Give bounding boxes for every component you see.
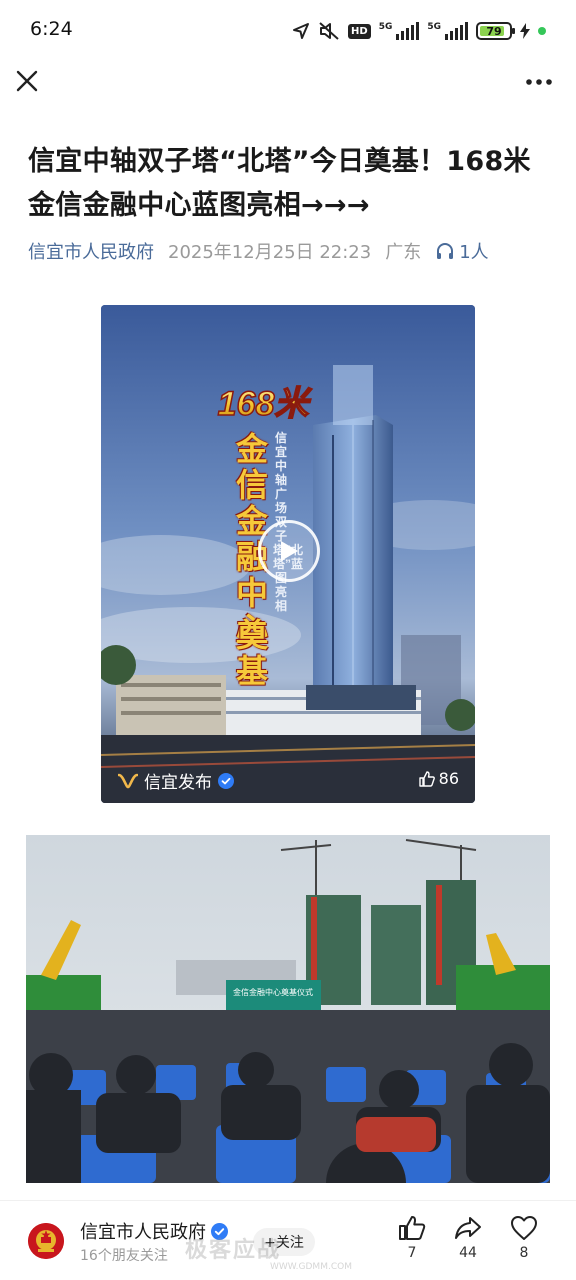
battery-icon: 79 [476,22,515,40]
verified-icon [218,772,234,789]
top-nav [0,60,576,104]
play-button[interactable] [258,520,320,582]
like-button[interactable]: 7 [392,1215,432,1261]
share-count: 44 [459,1245,477,1261]
headphones-icon [437,243,454,259]
signal-label: 5G [427,22,441,32]
photo-banner-text: 金信金融中心奠基仪式 [233,987,313,997]
close-icon[interactable] [14,68,40,94]
article-meta: 信宜市人民政府 2025年12月25日 22:23 广东 1人 [28,236,489,266]
location-arrow-icon [293,23,310,39]
channel-name: 信宜发布 [144,773,212,793]
share-button[interactable]: 44 [448,1215,488,1261]
status-icons: HD 5G 5G 79 [292,20,546,42]
avatar[interactable] [28,1223,64,1259]
friends-following: 16个朋友关注 [80,1248,168,1264]
author-link[interactable]: 信宜市人民政府 [28,238,154,264]
play-icon [281,541,298,561]
hd-badge: HD [348,23,371,39]
privacy-dot [538,27,546,35]
listener-count: 1人 [459,242,489,263]
article-title: 信宜中轴双子塔“北塔”今日奠基！168米金信金融中心蓝图亮相→→→ [28,146,531,221]
watermark-text: 极客应战 [185,1238,282,1263]
like-count: 7 [407,1245,417,1261]
thumbs-up-icon [418,770,435,787]
emblem-icon [28,1223,64,1259]
video-channel[interactable]: 信宜发布 [118,768,234,793]
charging-icon [520,23,530,39]
overlay-height-text: 168米 [218,385,313,423]
heart-icon [511,1216,537,1240]
heart-count: 8 [519,1245,529,1261]
share-icon [455,1217,481,1239]
listen-button[interactable]: 1人 [435,238,489,264]
publish-region: 广东 [385,242,422,263]
channel-logo-icon [118,773,138,788]
watermark-url: WWW.GDMM.COM [270,1262,352,1272]
more-icon[interactable] [524,70,554,94]
video-like-count: 86 [438,769,459,788]
battery-level: 79 [486,24,502,38]
signal-icon: 5G [427,22,468,40]
ceremony-photo-image: 金信金融中心奠基仪式 [26,835,550,1183]
publish-date: 2025年12月25日 22:23 [168,242,372,263]
status-time: 6:24 [30,18,73,40]
video-likes[interactable]: 86 [418,769,459,788]
thumbs-up-icon [399,1216,426,1240]
signal-icon: 5G [379,22,420,40]
heart-button[interactable]: 8 [504,1215,544,1261]
signal-label: 5G [378,22,393,32]
status-bar: 6:24 HD 5G 5G 79 [0,0,576,60]
overlay-action-text: 奠基 [235,617,268,689]
mute-icon [319,22,339,40]
ceremony-photo[interactable]: 金信金融中心奠基仪式 [26,835,550,1183]
